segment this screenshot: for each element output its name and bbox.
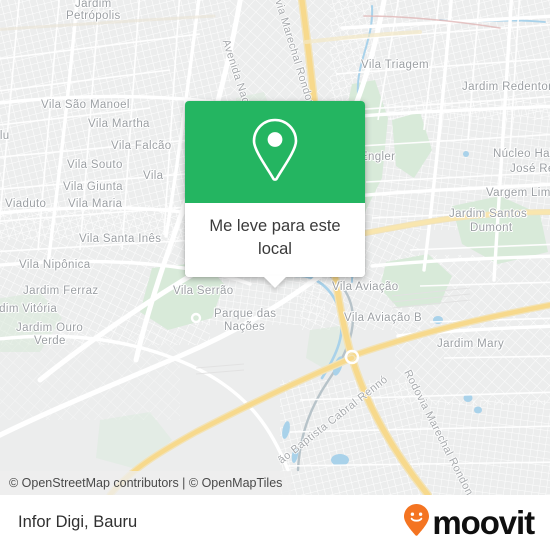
map-pin-icon bbox=[248, 117, 302, 188]
destination-popup-card[interactable]: Me leve para este local bbox=[185, 101, 365, 288]
map-canvas[interactable]: Jardim Petrópolis Vila São Manoel Vila M… bbox=[0, 0, 550, 495]
attribution-text: © OpenStreetMap contributors | © OpenMap… bbox=[9, 476, 283, 490]
popup-header bbox=[185, 101, 365, 203]
moovit-pin-smiley-icon bbox=[403, 503, 430, 542]
moovit-wordmark: moovit bbox=[432, 504, 535, 541]
map-attribution[interactable]: © OpenStreetMap contributors | © OpenMap… bbox=[0, 471, 292, 495]
moovit-map-screen: Jardim Petrópolis Vila São Manoel Vila M… bbox=[0, 0, 550, 550]
location-title: Infor Digi, Bauru bbox=[18, 513, 138, 531]
moovit-logo[interactable]: moovit bbox=[403, 503, 535, 542]
popup-label: Me leve para este local bbox=[185, 203, 365, 277]
popup-tail bbox=[263, 276, 287, 288]
footer-bar: Infor Digi, Bauru moovit bbox=[0, 495, 550, 550]
